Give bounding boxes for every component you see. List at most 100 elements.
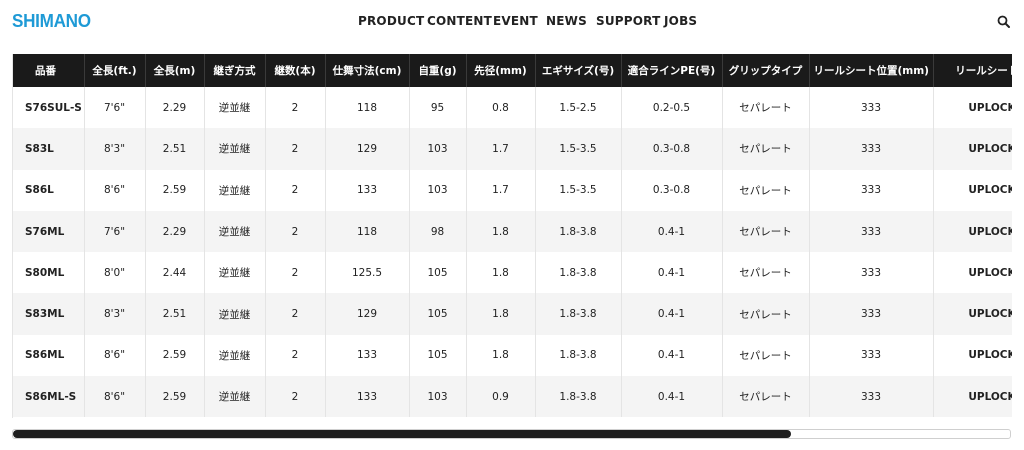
table-cell: 7'6" <box>84 210 146 253</box>
column-header: 適合ラインPE(号) <box>621 54 723 87</box>
model-number-cell: S86ML <box>13 334 85 377</box>
column-header: 品番 <box>13 54 85 87</box>
column-header: エギサイズ(号) <box>535 54 622 87</box>
table-cell: 118 <box>325 210 410 253</box>
table-cell: UPLOCK <box>933 128 1012 170</box>
table-cell: 129 <box>325 293 410 335</box>
table-cell: 333 <box>809 293 934 335</box>
table-cell: UPLOCK <box>933 169 1012 211</box>
table-cell: 133 <box>325 376 410 418</box>
table-cell: 8'6" <box>84 334 146 377</box>
model-number-cell: S76ML <box>13 210 85 253</box>
table-cell: 0.4-1 <box>621 334 723 377</box>
table-cell: 333 <box>809 210 934 253</box>
nav-jobs[interactable]: JOBS <box>664 14 697 28</box>
table-cell: 98 <box>409 210 467 253</box>
table-cell: 8'3" <box>84 293 146 335</box>
table-cell: 逆並継 <box>204 210 266 253</box>
column-header: 全長(ft.) <box>84 54 146 87</box>
nav-content[interactable]: CONTENT <box>427 14 492 28</box>
spec-table: 品番 全長(ft.) 全長(m) 継ぎ方式 継数(本) 仕舞寸法(cm) 自重(g) 先径(m… <box>13 54 1012 418</box>
table-cell: 105 <box>409 252 467 294</box>
nav-product[interactable]: PRODUCT <box>358 14 424 28</box>
table-row: S86ML 8'6" 2.59 逆並継 2 133 105 1.8 1.8-3.8 0.4-1 セパ… <box>13 334 1012 377</box>
table-cell: 0.8 <box>466 87 536 129</box>
model-number-cell: S76SUL-S <box>13 87 85 129</box>
table-cell: 逆並継 <box>204 293 266 335</box>
table-row: S83L 8'3" 2.51 逆並継 2 129 103 1.7 1.5-3.5 0.3-0.8 セ… <box>13 128 1012 170</box>
table-cell: 333 <box>809 334 934 377</box>
table-cell: 7'6" <box>84 87 146 129</box>
table-cell: セパレート <box>722 128 810 170</box>
column-header: 仕舞寸法(cm) <box>325 54 410 87</box>
table-cell: 333 <box>809 87 934 129</box>
table-cell: セパレート <box>722 210 810 253</box>
table-cell: 2 <box>265 334 326 377</box>
table-cell: 1.8-3.8 <box>535 210 622 253</box>
table-cell: UPLOCK <box>933 334 1012 377</box>
table-cell: 0.4-1 <box>621 210 723 253</box>
table-cell: 2.51 <box>145 128 205 170</box>
table-row: S86L 8'6" 2.59 逆並継 2 133 103 1.7 1.5-3.5 0.3-0.8 セ… <box>13 169 1012 211</box>
table-cell: 103 <box>409 128 467 170</box>
table-cell: 333 <box>809 252 934 294</box>
table-cell: セパレート <box>722 169 810 211</box>
table-cell: 118 <box>325 87 410 129</box>
column-header: リールシートタ <box>933 54 1012 87</box>
table-cell: セパレート <box>722 252 810 294</box>
table-row: S83ML 8'3" 2.51 逆並継 2 129 105 1.8 1.8-3.8 0.4-1 セパ… <box>13 293 1012 335</box>
table-cell: 1.5-2.5 <box>535 87 622 129</box>
table-cell: 103 <box>409 169 467 211</box>
table-cell: 333 <box>809 169 934 211</box>
model-number-cell: S83ML <box>13 293 85 335</box>
column-header: 継ぎ方式 <box>204 54 266 87</box>
table-cell: 0.9 <box>466 376 536 418</box>
table-cell: 129 <box>325 128 410 170</box>
scrollbar-thumb[interactable] <box>13 430 791 438</box>
table-cell: 0.4-1 <box>621 376 723 418</box>
table-cell: 逆並継 <box>204 334 266 377</box>
nav-news[interactable]: NEWS <box>546 14 587 28</box>
table-cell: 2.59 <box>145 334 205 377</box>
table-cell: 1.8 <box>466 334 536 377</box>
table-cell: 1.8 <box>466 210 536 253</box>
table-cell: 133 <box>325 334 410 377</box>
table-cell: UPLOCK <box>933 210 1012 253</box>
search-button[interactable] <box>995 13 1013 31</box>
table-cell: 0.3-0.8 <box>621 169 723 211</box>
table-cell: 1.7 <box>466 128 536 170</box>
table-cell: 2.44 <box>145 252 205 294</box>
spec-table-container: 品番 全長(ft.) 全長(m) 継ぎ方式 継数(本) 仕舞寸法(cm) 自重(g) 先径(m… <box>12 54 1012 418</box>
table-cell: 105 <box>409 334 467 377</box>
table-cell: 2 <box>265 169 326 211</box>
column-header: 先径(mm) <box>466 54 536 87</box>
table-row: S80ML 8'0" 2.44 逆並継 2 125.5 105 1.8 1.8-3.8 0.4-1… <box>13 252 1012 294</box>
model-number-cell: S80ML <box>13 252 85 294</box>
table-cell: 1.8-3.8 <box>535 252 622 294</box>
site-header: SHIMANO PRODUCT CONTENT EVENT NEWS SUPPO… <box>0 0 1024 44</box>
table-cell: 8'3" <box>84 128 146 170</box>
table-cell: UPLOCK <box>933 376 1012 418</box>
table-cell: 95 <box>409 87 467 129</box>
table-cell: 8'0" <box>84 252 146 294</box>
table-cell: 103 <box>409 376 467 418</box>
table-cell: 0.3-0.8 <box>621 128 723 170</box>
nav-support[interactable]: SUPPORT <box>596 14 660 28</box>
table-row: S86ML-S 8'6" 2.59 逆並継 2 133 103 0.9 1.8-3.8 0.4-1… <box>13 376 1012 418</box>
table-cell: 333 <box>809 128 934 170</box>
table-cell: 逆並継 <box>204 169 266 211</box>
table-cell: 逆並継 <box>204 376 266 418</box>
table-cell: セパレート <box>722 293 810 335</box>
horizontal-scrollbar[interactable] <box>12 429 1011 439</box>
table-cell: セパレート <box>722 334 810 377</box>
table-cell: 2.51 <box>145 293 205 335</box>
table-cell: 1.8-3.8 <box>535 293 622 335</box>
table-cell: 2.29 <box>145 87 205 129</box>
table-cell: 逆並継 <box>204 87 266 129</box>
table-cell: 2 <box>265 128 326 170</box>
table-cell: 133 <box>325 169 410 211</box>
table-cell: 333 <box>809 376 934 418</box>
table-cell: 2 <box>265 293 326 335</box>
table-cell: 2.59 <box>145 169 205 211</box>
nav-event[interactable]: EVENT <box>493 14 538 28</box>
